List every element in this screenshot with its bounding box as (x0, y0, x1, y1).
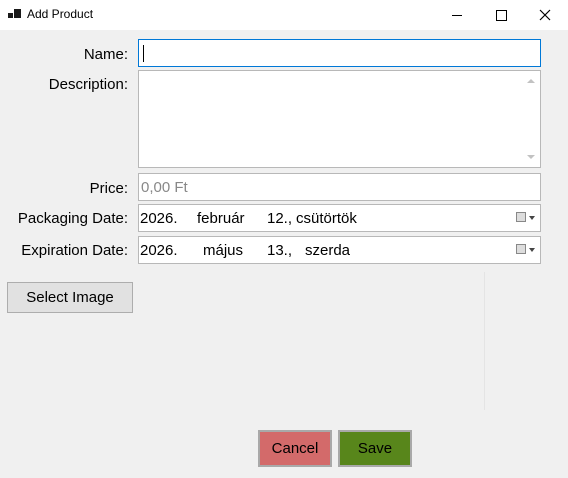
save-button[interactable]: Save (338, 430, 412, 467)
title-bar: Add Product (0, 0, 568, 30)
expiration-year[interactable]: 2026. (140, 242, 178, 259)
calendar-dropdown-icon[interactable] (516, 212, 536, 224)
maximize-icon (495, 9, 507, 21)
window-title: Add Product (27, 7, 94, 21)
minimize-button[interactable] (434, 0, 480, 30)
price-input[interactable]: 0,00 Ft (138, 173, 541, 201)
expiration-weekday[interactable]: szerda (305, 242, 350, 259)
packaging-month[interactable]: február (197, 210, 245, 227)
packaging-date-label: Packaging Date: (17, 210, 128, 227)
scroll-up-icon[interactable] (527, 79, 535, 83)
close-icon (539, 9, 551, 21)
packaging-date-picker[interactable]: 2026. február 12., csütörtök (138, 204, 541, 232)
description-scrollbar[interactable] (523, 71, 540, 167)
expiration-day[interactable]: 13., (267, 242, 292, 259)
packaging-day[interactable]: 12., (267, 210, 292, 227)
select-image-button[interactable]: Select Image (7, 282, 133, 313)
expiration-month[interactable]: május (203, 242, 243, 259)
app-icon (8, 9, 22, 21)
price-label: Price: (89, 180, 128, 197)
packaging-weekday[interactable]: csütörtök (296, 210, 357, 227)
minimize-icon (452, 14, 462, 16)
cancel-button[interactable]: Cancel (258, 430, 332, 467)
description-textarea[interactable] (138, 70, 541, 168)
packaging-year[interactable]: 2026. (140, 210, 178, 227)
scroll-down-icon[interactable] (527, 155, 535, 159)
expiration-date-picker[interactable]: 2026. május 13., szerda (138, 236, 541, 264)
maximize-button[interactable] (478, 0, 524, 30)
close-button[interactable] (522, 0, 568, 30)
expiration-date-label: Expiration Date: (21, 242, 128, 259)
description-label: Description: (48, 76, 128, 93)
text-caret (143, 45, 144, 62)
calendar-dropdown-icon[interactable] (516, 244, 536, 256)
price-placeholder: 0,00 Ft (141, 179, 188, 196)
image-area-divider (484, 272, 485, 410)
name-label: Name: (83, 46, 128, 63)
name-input[interactable] (138, 39, 541, 67)
